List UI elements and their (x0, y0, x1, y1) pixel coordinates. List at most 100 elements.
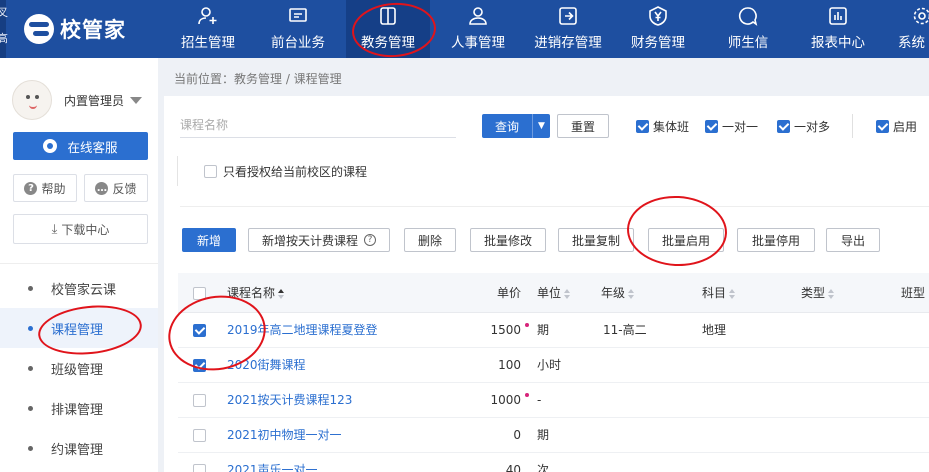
new-daily-course-button[interactable]: 新增按天计费课程 ? (248, 228, 390, 252)
sidebar-item-label: 校管家云课 (51, 282, 117, 298)
checkbox[interactable] (777, 120, 790, 133)
filter-label: 启用 (893, 120, 918, 134)
column-header-name[interactable]: 课程名称 (227, 273, 285, 313)
feedback-button[interactable]: … 反馈 (84, 174, 148, 202)
table-row[interactable]: 2021初中物理一对一 0 期 (178, 418, 929, 453)
query-button[interactable]: 查询 (482, 114, 532, 138)
online-service-button[interactable]: 在线客服 (13, 132, 148, 160)
course-table: 课程名称 单价 单位 年级 科目 类型 班型 2019年高二地理课程夏登登 15… (178, 273, 929, 472)
course-name-link[interactable]: 2021声乐一对一 (227, 453, 318, 472)
download-center-button[interactable]: ⤓ 下载中心 (13, 214, 148, 244)
batch-copy-button[interactable]: 批量复制 (558, 228, 634, 252)
table-row[interactable]: 2020街舞课程 100 小时 (178, 348, 929, 383)
row-checkbox[interactable] (193, 464, 206, 472)
column-header-grade[interactable]: 年级 (601, 273, 635, 313)
nav-item-reports[interactable]: 报表中心 (796, 0, 880, 58)
course-name-link[interactable]: 2021初中物理一对一 (227, 418, 342, 453)
column-header-unit[interactable]: 单位 (537, 273, 571, 313)
export-button[interactable]: 导出 (826, 228, 880, 252)
sidebar-item-label: 课程管理 (51, 322, 104, 338)
nav-item-messaging[interactable]: 师生信 (706, 0, 790, 58)
column-header-type[interactable]: 类型 (801, 273, 835, 313)
question-icon: ? (24, 181, 38, 195)
nav-item-label: 进销存管理 (534, 35, 602, 51)
row-checkbox[interactable] (193, 359, 206, 372)
new-button[interactable]: 新增 (182, 228, 236, 252)
sort-icon (729, 288, 736, 299)
course-name-link[interactable]: 2019年高二地理课程夏登登 (227, 313, 378, 348)
filter-group-class[interactable]: 集体班 (636, 118, 689, 135)
nav-item-hr[interactable]: 人事管理 (436, 0, 520, 58)
column-header-label: 年级 (601, 286, 626, 300)
checkbox[interactable] (705, 120, 718, 133)
subject-cell: 地理 (702, 323, 727, 337)
authorized-campus-label: 只看授权给当前校区的课程 (223, 164, 368, 179)
checkbox[interactable] (876, 120, 889, 133)
nav-item-front-desk[interactable]: 前台业务 (256, 0, 340, 58)
nav-item-label: 教务管理 (361, 35, 415, 51)
price-cell: 0 (513, 428, 521, 442)
sidebar-item-schedule-management[interactable]: 排课管理 (0, 388, 158, 428)
sidebar-item-class-management[interactable]: 班级管理 (0, 348, 158, 388)
app-logo[interactable]: 校管家 (24, 14, 126, 44)
help-button[interactable]: ? 帮助 (13, 174, 77, 202)
column-header-subject[interactable]: 科目 (702, 273, 736, 313)
breadcrumb: 当前位置：教务管理 / 课程管理 (174, 72, 342, 86)
unit-cell: 小时 (537, 358, 562, 372)
course-name-link[interactable]: 2021按天计费课程123 (227, 383, 352, 418)
download-label: 下载中心 (61, 222, 110, 237)
user-menu[interactable]: 内置管理员 (12, 80, 152, 120)
nav-item-academic[interactable]: 教务管理 (346, 0, 430, 58)
filter-one-to-many[interactable]: 一对多 (777, 118, 830, 135)
select-all-checkbox-cell (193, 273, 206, 313)
logo-text: 校管家 (60, 18, 126, 42)
bullet-icon (28, 365, 33, 371)
authorized-campus-filter[interactable]: 只看授权给当前校区的课程 (177, 156, 367, 186)
nav-item-system[interactable]: 系统 (884, 0, 929, 58)
price-flag-dot (525, 323, 529, 327)
filter-enabled[interactable]: 启用 (876, 118, 917, 135)
delete-button[interactable]: 删除 (404, 228, 456, 252)
book-icon (380, 7, 396, 25)
checkbox[interactable] (204, 164, 217, 178)
sidebar-item-label: 约课管理 (51, 442, 104, 458)
batch-edit-button[interactable]: 批量修改 (470, 228, 546, 252)
nav-item-enrollment[interactable]: 招生管理 (166, 0, 250, 58)
batch-copy-label: 批量复制 (571, 233, 620, 248)
query-dropdown-chevron-icon[interactable]: ▼ (532, 114, 550, 138)
row-checkbox[interactable] (193, 394, 206, 407)
column-header-label: 类型 (801, 286, 826, 300)
new-button-label: 新增 (196, 233, 221, 248)
table-row[interactable]: 2021声乐一对一 40 次 (178, 453, 929, 472)
bullet-icon (28, 325, 33, 331)
column-header-label: 单位 (537, 286, 562, 300)
batch-disable-label: 批量停用 (751, 233, 800, 248)
select-all-checkbox[interactable] (193, 287, 206, 300)
reset-button[interactable]: 重置 (557, 114, 609, 138)
left-edge-char-1: 叉 (0, 6, 8, 19)
filter-one-on-one[interactable]: 一对一 (705, 118, 758, 135)
table-row[interactable]: 2019年高二地理课程夏登登 1500 期 11-高二 地理 (178, 313, 929, 348)
sidebar-item-course-management[interactable]: 课程管理 (0, 308, 158, 348)
nav-item-label: 报表中心 (811, 35, 865, 51)
course-name-link[interactable]: 2020街舞课程 (227, 348, 306, 383)
checkbox[interactable] (636, 120, 649, 133)
row-checkbox[interactable] (193, 429, 206, 442)
batch-enable-label: 批量启用 (661, 233, 710, 248)
table-row[interactable]: 2021按天计费课程123 1000 - (178, 383, 929, 418)
sidebar-item-label: 排课管理 (51, 402, 104, 418)
nav-item-finance[interactable]: 财务管理 (616, 0, 700, 58)
sidebar-item-booking-management[interactable]: 约课管理 (0, 428, 158, 468)
batch-enable-button[interactable]: 批量启用 (648, 228, 724, 252)
sidebar-divider (0, 263, 158, 264)
nav-item-inventory[interactable]: 进销存管理 (526, 0, 610, 58)
download-icon: ⤓ (51, 221, 58, 237)
query-button-group: 查询 ▼ (482, 114, 550, 138)
row-checkbox[interactable] (193, 324, 206, 337)
course-name-search-input[interactable] (180, 112, 456, 138)
sort-asc-icon (278, 288, 285, 299)
batch-disable-button[interactable]: 批量停用 (737, 228, 815, 252)
column-header-label: 班型 (901, 286, 926, 300)
export-label: 导出 (840, 233, 865, 248)
sidebar-item-cloud-course[interactable]: 校管家云课 (0, 268, 158, 308)
